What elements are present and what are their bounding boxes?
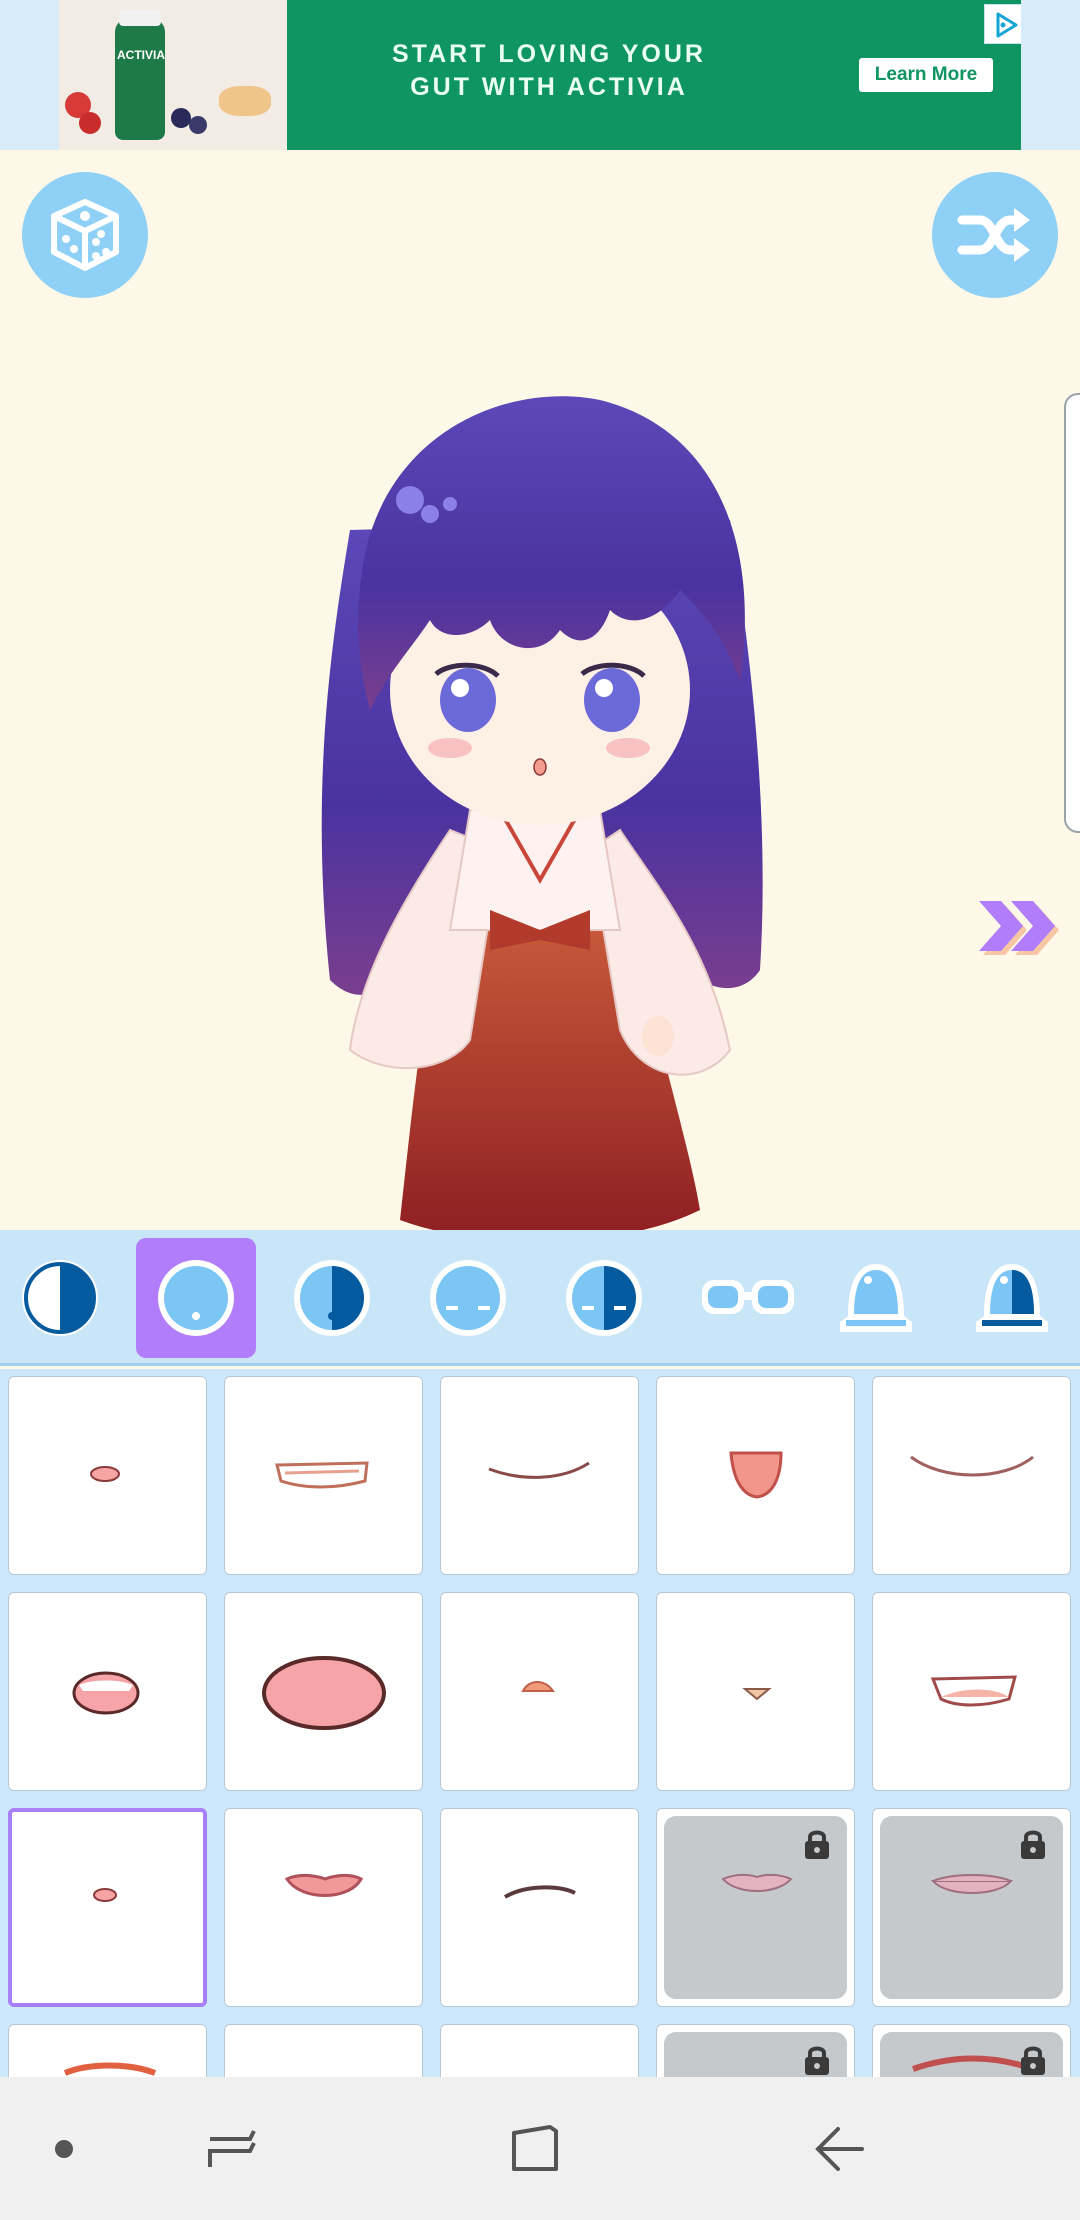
shuffle-button[interactable] xyxy=(932,172,1058,298)
mouth-option-10[interactable] xyxy=(872,1592,1071,1791)
mouth-smile-line-icon xyxy=(488,1461,590,1479)
tab-body[interactable] xyxy=(816,1238,936,1358)
face-half-icon xyxy=(294,1260,370,1336)
face-eyes-half-icon xyxy=(566,1260,642,1336)
ad-learn-more-button[interactable]: Learn More xyxy=(859,58,993,92)
mouth-open-icon xyxy=(729,1451,783,1499)
mouth-option-13[interactable] xyxy=(440,1808,639,2007)
mouth-frown-line-icon xyxy=(503,1885,576,1899)
back-icon[interactable] xyxy=(812,2123,868,2175)
mouth-teeth-icon xyxy=(72,1671,140,1715)
mouth-option-8[interactable] xyxy=(440,1592,639,1791)
mouth-tiny-icon xyxy=(521,1681,555,1692)
tab-face-half[interactable] xyxy=(272,1238,392,1358)
mouth-big-open-icon xyxy=(262,1656,386,1730)
mouth-option-4[interactable] xyxy=(656,1376,855,1575)
tab-body-half[interactable] xyxy=(952,1238,1072,1358)
mouth-option-12[interactable] xyxy=(224,1808,423,2007)
mouth-option-9[interactable] xyxy=(656,1592,855,1791)
tab-face-blush[interactable] xyxy=(0,1238,120,1358)
mouth-dot-icon xyxy=(742,1688,772,1701)
mouth-small-icon xyxy=(90,1466,120,1482)
mouth-option-1[interactable] xyxy=(8,1376,207,1575)
mouth-option-5[interactable] xyxy=(872,1376,1071,1575)
mouth-option-18[interactable] xyxy=(440,2024,639,2077)
face-blush-icon xyxy=(22,1260,98,1336)
ad-bottle-label: ACTIVIA xyxy=(117,48,165,62)
mouth-option-11[interactable] xyxy=(8,1808,207,2007)
ad-bottle xyxy=(115,18,165,140)
mouth-option-19-locked[interactable] xyxy=(656,2024,855,2077)
category-tabbar xyxy=(0,1230,1080,1366)
mouth-option-15-locked[interactable] xyxy=(872,1808,1071,2007)
mouth-small-icon xyxy=(93,1888,117,1902)
mouth-grin-icon xyxy=(275,1461,369,1489)
face-mouth-icon xyxy=(158,1260,234,1336)
mouth-option-20-locked[interactable] xyxy=(872,2024,1071,2077)
tab-face-mouth[interactable] xyxy=(136,1238,256,1358)
mouth-options-grid xyxy=(0,1369,1080,2077)
body-icon xyxy=(840,1264,912,1332)
recents-dot-icon[interactable] xyxy=(52,2137,76,2161)
mouth-option-3[interactable] xyxy=(440,1376,639,1575)
lock-icon xyxy=(805,2046,829,2075)
mouth-option-16[interactable] xyxy=(8,2024,207,2077)
face-eyes-icon xyxy=(430,1260,506,1336)
ad-headline: START LOVING YOUR GUT WITH ACTIVIA xyxy=(349,38,749,104)
tab-glasses[interactable] xyxy=(680,1238,800,1358)
randomize-button[interactable] xyxy=(22,172,148,298)
system-navbar xyxy=(0,2077,1080,2220)
body-half-icon xyxy=(976,1264,1048,1332)
home-icon[interactable] xyxy=(508,2121,562,2175)
mouth-option-6[interactable] xyxy=(8,1592,207,1791)
character-canvas xyxy=(0,150,1080,1288)
ad-headline-line2: GUT WITH ACTIVIA xyxy=(410,73,688,101)
mouth-option-2[interactable] xyxy=(224,1376,423,1575)
ad-headline-line1: START LOVING YOUR xyxy=(392,40,706,68)
tab-face-eyes[interactable] xyxy=(408,1238,528,1358)
side-drawer-handle[interactable] xyxy=(1064,393,1080,833)
chibi-character xyxy=(321,396,763,1288)
mouth-option-7[interactable] xyxy=(224,1592,423,1791)
ad-banner-container: ACTIVIA START LOVING YOUR GUT WITH ACTIV… xyxy=(0,0,1080,150)
ad-banner[interactable]: ACTIVIA START LOVING YOUR GUT WITH ACTIV… xyxy=(59,0,1021,150)
lock-icon xyxy=(805,1830,829,1859)
recent-apps-icon[interactable] xyxy=(206,2125,258,2173)
mouth-lips-icon xyxy=(284,1873,364,1897)
ad-choices-icon[interactable] xyxy=(984,4,1021,44)
tab-face-eyes-half[interactable] xyxy=(544,1238,664,1358)
mouth-option-17[interactable] xyxy=(224,2024,423,2077)
ad-product-image: ACTIVIA xyxy=(59,0,287,150)
double-chevron-right-icon[interactable] xyxy=(975,895,1065,965)
mouth-wide-icon xyxy=(63,2062,157,2076)
glasses-icon xyxy=(702,1280,794,1314)
mouth-wide-smile-icon xyxy=(910,1455,1034,1477)
shuffle-icon xyxy=(957,208,1030,262)
dice-icon xyxy=(51,199,119,271)
mouth-option-14-locked[interactable] xyxy=(656,1808,855,2007)
lock-icon xyxy=(1021,1830,1045,1859)
lock-icon xyxy=(1021,2046,1045,2075)
mouth-smirk-icon xyxy=(930,1675,1017,1707)
